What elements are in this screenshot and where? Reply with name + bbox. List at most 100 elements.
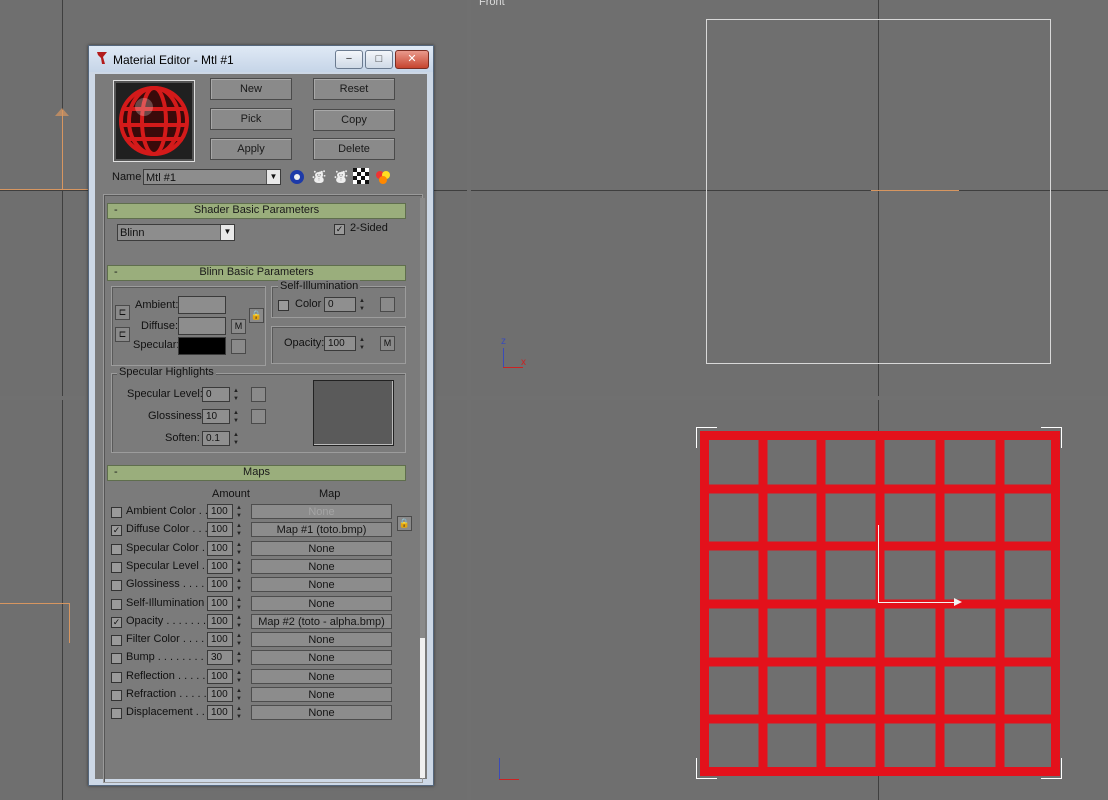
- map-amount-field[interactable]: 100: [207, 559, 233, 574]
- spinner-arrows-icon[interactable]: ▲ ▼: [235, 559, 243, 575]
- rollout-shader-basic-parameters[interactable]: - Shader Basic Parameters: [107, 203, 406, 219]
- map-enable-checkbox[interactable]: [111, 708, 122, 719]
- show-map-checker-icon[interactable]: [352, 168, 370, 186]
- map-amount-field[interactable]: 100: [207, 577, 233, 592]
- map-amount-field[interactable]: 100: [207, 687, 233, 702]
- map-slot-button[interactable]: None: [251, 687, 392, 702]
- map-enable-checkbox[interactable]: [111, 507, 122, 518]
- two-sided-checkbox[interactable]: ✓: [334, 224, 345, 235]
- put-material-icon[interactable]: ⛇: [332, 168, 350, 186]
- opacity-map-button[interactable]: M: [380, 336, 395, 351]
- spinner-arrows-icon[interactable]: ▲ ▼: [235, 632, 243, 648]
- material-editor-window[interactable]: Material Editor - Mtl #1 − □ ✕ New Reset: [88, 45, 434, 786]
- map-slot-button[interactable]: None: [251, 705, 392, 720]
- map-slot-button[interactable]: Map #1 (toto.bmp): [251, 522, 392, 537]
- spinner-arrows-icon[interactable]: ▲ ▼: [235, 669, 243, 685]
- map-slot-button[interactable]: None: [251, 577, 392, 592]
- close-button[interactable]: ✕: [395, 50, 429, 69]
- minimize-button[interactable]: −: [335, 50, 363, 69]
- spinner-arrows-icon[interactable]: ▲ ▼: [235, 541, 243, 557]
- specular-color-swatch[interactable]: [178, 337, 226, 355]
- map-amount-field[interactable]: 100: [207, 614, 233, 629]
- self-illum-color-checkbox[interactable]: [278, 300, 289, 311]
- spinner-arrows-icon[interactable]: ▲ ▼: [235, 614, 243, 630]
- map-amount-field[interactable]: 100: [207, 522, 233, 537]
- map-enable-checkbox[interactable]: [111, 653, 122, 664]
- soften-field[interactable]: 0.1: [202, 431, 230, 446]
- map-amount-field[interactable]: 100: [207, 705, 233, 720]
- map-amount-field[interactable]: 100: [207, 669, 233, 684]
- lock-icon[interactable]: 🔒: [249, 308, 264, 323]
- map-amount-field[interactable]: 100: [207, 504, 233, 519]
- shader-type-dropdown[interactable]: Blinn ▼: [117, 224, 235, 241]
- spinner-arrows-icon[interactable]: ▲ ▼: [235, 650, 243, 666]
- spinner-arrows-icon[interactable]: ▲ ▼: [235, 596, 243, 612]
- new-button[interactable]: New: [210, 78, 292, 100]
- map-slot-button[interactable]: None: [251, 669, 392, 684]
- maximize-button[interactable]: □: [365, 50, 393, 69]
- map-slot-button[interactable]: None: [251, 559, 392, 574]
- viewport-perspective[interactable]: [471, 400, 1108, 800]
- map-slot-button[interactable]: None: [251, 541, 392, 556]
- delete-button[interactable]: Delete: [313, 138, 395, 160]
- spinner-arrows-icon[interactable]: ▲ ▼: [232, 409, 240, 425]
- spinner-arrows-icon[interactable]: ▲ ▼: [235, 687, 243, 703]
- material-sample-slot[interactable]: [113, 80, 195, 162]
- diffuse-color-swatch[interactable]: [178, 317, 226, 335]
- ambient-color-swatch[interactable]: [178, 296, 226, 314]
- specular-level-field[interactable]: 0: [202, 387, 230, 402]
- scrollbar[interactable]: [420, 198, 425, 778]
- transform-gizmo[interactable]: [878, 525, 963, 606]
- self-illum-value-field[interactable]: 0: [324, 297, 356, 312]
- spinner-arrows-icon[interactable]: ▲ ▼: [232, 431, 240, 447]
- map-slot-button[interactable]: None: [251, 596, 392, 611]
- apply-button[interactable]: Apply: [210, 138, 292, 160]
- viewport-label-front[interactable]: Front: [479, 0, 505, 8]
- map-slot-button[interactable]: Map #2 (toto - alpha.bmp): [251, 614, 392, 629]
- map-enable-checkbox[interactable]: [111, 690, 122, 701]
- map-enable-checkbox[interactable]: [111, 544, 122, 555]
- self-illum-map-button[interactable]: [380, 297, 395, 312]
- opacity-value-field[interactable]: 100: [324, 336, 356, 351]
- specular-level-map-button[interactable]: [251, 387, 266, 402]
- material-map-navigator-icon[interactable]: [288, 168, 306, 186]
- map-enable-checkbox[interactable]: ✓: [111, 525, 122, 536]
- pick-button[interactable]: Pick: [210, 108, 292, 130]
- map-enable-checkbox[interactable]: [111, 672, 122, 683]
- color-palette-icon[interactable]: [374, 168, 392, 186]
- map-enable-checkbox[interactable]: ✓: [111, 617, 122, 628]
- map-amount-field[interactable]: 100: [207, 541, 233, 556]
- spinner-arrows-icon[interactable]: ▲ ▼: [235, 504, 243, 520]
- map-slot-button[interactable]: None: [251, 632, 392, 647]
- spinner-arrows-icon[interactable]: ▲ ▼: [235, 522, 243, 538]
- map-amount-field[interactable]: 100: [207, 632, 233, 647]
- spinner-arrows-icon[interactable]: ▲ ▼: [235, 577, 243, 593]
- map-enable-checkbox[interactable]: [111, 562, 122, 573]
- spinner-arrows-icon[interactable]: ▲ ▼: [358, 336, 366, 352]
- map-slot-button[interactable]: None: [251, 504, 392, 519]
- spinner-arrows-icon[interactable]: ▲ ▼: [232, 387, 240, 403]
- viewport-front[interactable]: Front z x: [471, 0, 1108, 396]
- map-enable-checkbox[interactable]: [111, 599, 122, 610]
- map-enable-checkbox[interactable]: [111, 635, 122, 646]
- chevron-down-icon[interactable]: ▼: [266, 170, 280, 184]
- title-bar[interactable]: Material Editor - Mtl #1 − □ ✕: [89, 46, 433, 72]
- get-material-icon[interactable]: ⛇: [310, 168, 328, 186]
- ambient-diffuse-lock-icon[interactable]: ⊏: [115, 305, 130, 320]
- rollout-maps[interactable]: - Maps: [107, 465, 406, 481]
- diffuse-specular-lock-icon[interactable]: ⊏: [115, 327, 130, 342]
- diffuse-map-button[interactable]: M: [231, 319, 246, 334]
- reset-button[interactable]: Reset: [313, 78, 395, 100]
- copy-button[interactable]: Copy: [313, 109, 395, 131]
- rollout-blinn-basic-parameters[interactable]: - Blinn Basic Parameters: [107, 265, 406, 281]
- material-name-dropdown[interactable]: Mtl #1 ▼: [143, 169, 281, 185]
- scrollbar-thumb[interactable]: [420, 638, 425, 778]
- spinner-arrows-icon[interactable]: ▲ ▼: [235, 705, 243, 721]
- map-slot-button[interactable]: None: [251, 650, 392, 665]
- chevron-down-icon[interactable]: ▼: [220, 225, 234, 240]
- glossiness-field[interactable]: 10: [202, 409, 230, 424]
- map-amount-field[interactable]: 100: [207, 596, 233, 611]
- specular-map-button[interactable]: [231, 339, 246, 354]
- glossiness-map-button[interactable]: [251, 409, 266, 424]
- spinner-arrows-icon[interactable]: ▲ ▼: [358, 297, 366, 313]
